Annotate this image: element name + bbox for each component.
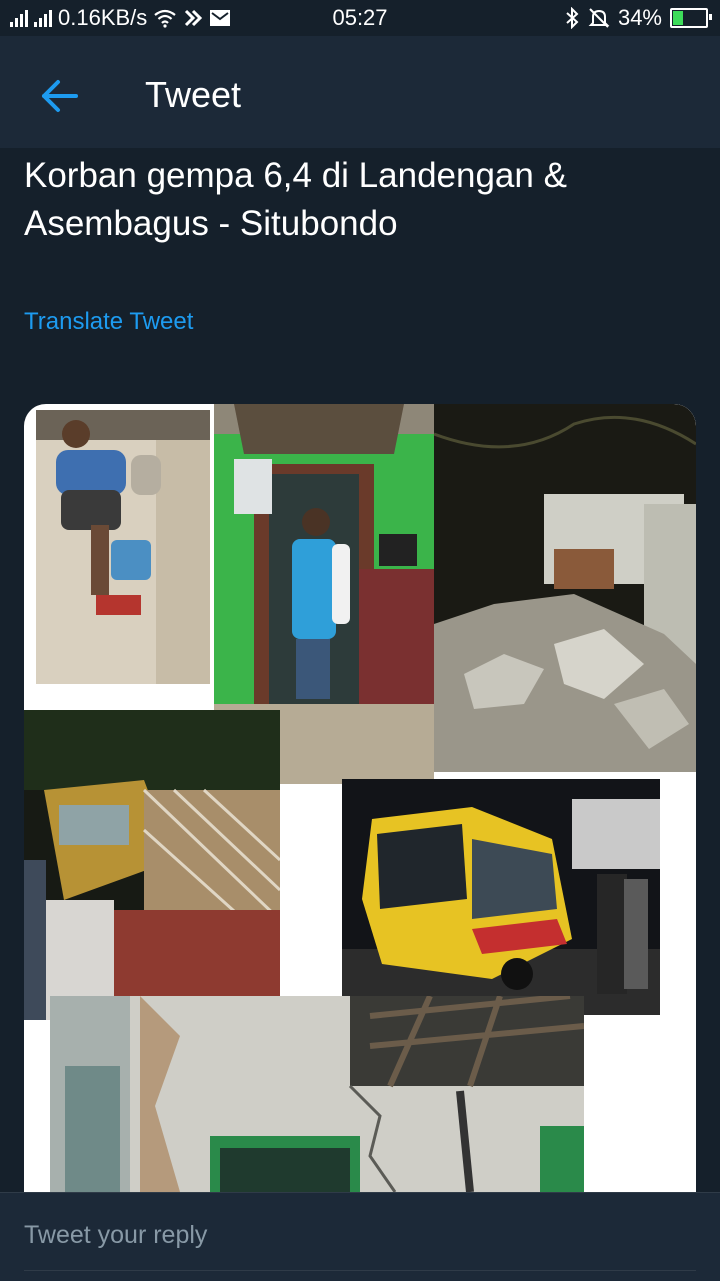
arrow-left-icon <box>42 80 78 112</box>
reply-bar: Tweet your reply <box>0 1192 720 1281</box>
translate-tweet-link[interactable]: Translate Tweet <box>24 308 193 336</box>
status-right: 34% <box>564 5 712 31</box>
reply-input[interactable]: Tweet your reply <box>24 1221 207 1250</box>
crashed-truck-photo[interactable] <box>24 710 280 1020</box>
cracked-wall-photo[interactable] <box>50 996 584 1192</box>
app-bar: Tweet <box>0 36 720 148</box>
page-title: Tweet <box>145 74 242 115</box>
silent-bell-icon <box>588 8 610 28</box>
battery-percent: 34% <box>617 5 662 30</box>
back-button[interactable] <box>32 72 88 120</box>
tweet-media[interactable] <box>24 404 696 1192</box>
reply-underline <box>24 1270 696 1271</box>
tweet-text: Korban gempa 6,4 di Landengan & Asembagu… <box>24 156 567 243</box>
injured-person-photo[interactable] <box>36 410 210 684</box>
status-bar: 0.16KB/s 05:27 34% <box>0 0 720 36</box>
damaged-bus-photo[interactable] <box>342 779 660 1015</box>
bluetooth-icon <box>566 7 579 29</box>
collapsed-wall-rubble-photo[interactable] <box>434 404 696 772</box>
battery-icon <box>670 8 712 28</box>
